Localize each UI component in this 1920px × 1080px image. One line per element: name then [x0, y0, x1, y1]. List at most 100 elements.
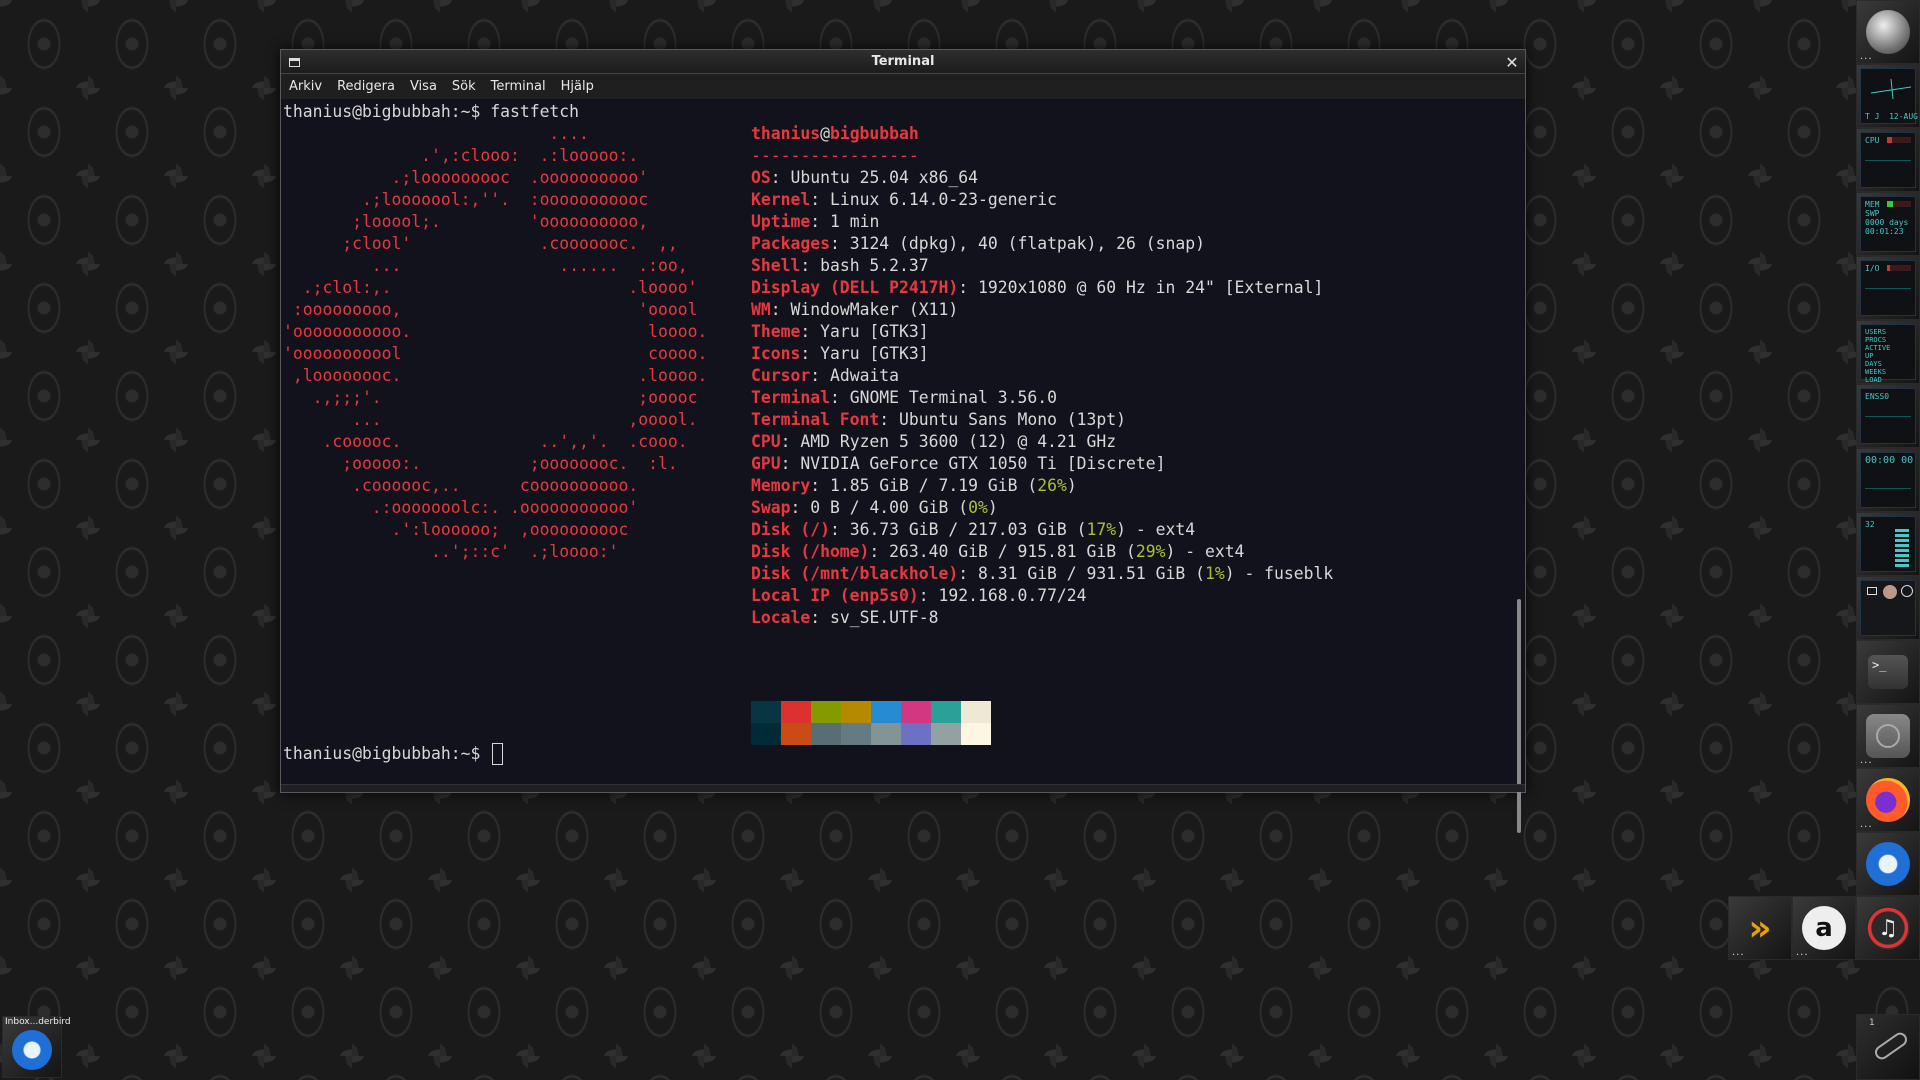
memory-bar [1887, 201, 1911, 207]
info-row: Shell: bash 5.2.37 [751, 256, 929, 275]
dock-disc[interactable]: ... [1856, 704, 1920, 768]
info-value: Ubuntu Sans Mono (13pt) [899, 410, 1127, 429]
timer-applet[interactable]: 00:00 00 [1856, 448, 1920, 512]
info-row: CPU: AMD Ryzen 5 3600 (12) @ 4.21 GHz [751, 432, 1117, 451]
palette-swatch [871, 701, 901, 723]
info-row: Theme: Yaru [GTK3] [751, 322, 929, 341]
cpu-graph [1865, 160, 1911, 182]
dock-music[interactable]: ♫ [1856, 896, 1920, 960]
clock-applet[interactable]: T J 12-AUG [1856, 64, 1920, 128]
info-separator: ----------------- [751, 146, 919, 165]
workspace-clip[interactable]: 1 [1856, 1014, 1920, 1080]
close-button[interactable]: ✕ [1502, 52, 1522, 72]
info-row: Memory: 1.85 GiB / 7.19 GiB (26%) [751, 476, 1077, 495]
scrollbar-thumb[interactable] [1517, 599, 1521, 833]
logo-line: ... ...... .:oo, [283, 256, 688, 275]
info-key: Memory [751, 476, 811, 495]
menu-redigera[interactable]: Redigera [337, 79, 404, 94]
logo-line: .':loooooo; ,oooooooooc [283, 520, 629, 539]
dock-terminal[interactable]: >_ [1856, 640, 1920, 704]
palette-swatch [781, 723, 811, 745]
ubuntu-ascii-logo: .... .',:clooo: .:looooo:. .;looooooooc … [283, 123, 707, 563]
music-icon: ♫ [1866, 906, 1910, 950]
palette-swatch [751, 701, 781, 723]
info-value: 0 B / 4.00 GiB ( [810, 498, 969, 517]
stats-screen: USERS PROCS ACTIVE UP DAYS WEEKS LOAD [1860, 324, 1916, 384]
info-at: @ [820, 124, 830, 143]
logo-line: ;ooooo:. ;oooooooc. :l. [283, 454, 678, 473]
menubar: Arkiv Redigera Visa Sök Terminal Hjälp [281, 74, 1525, 100]
user-host-line: thanius@bigbubbah [751, 123, 1333, 145]
tray-screen [1860, 580, 1916, 636]
logo-line: .coooooc,.. coooooooooo. [283, 476, 639, 495]
info-row: Disk (/home): 263.40 GiB / 915.81 GiB (2… [751, 542, 1245, 561]
logo-line: ,loooooooc. .loooo. [283, 366, 708, 385]
tray-applet[interactable] [1856, 576, 1920, 640]
vertical-scrollbar[interactable] [1513, 101, 1523, 833]
io-bar [1887, 265, 1911, 271]
io-graph [1865, 288, 1911, 310]
system-stats[interactable]: USERS PROCS ACTIVE UP DAYS WEEKS LOAD [1856, 320, 1920, 384]
volume-label: 32 [1865, 520, 1875, 529]
info-row: Icons: Yaru [GTK3] [751, 344, 929, 363]
fastfetch-info: thanius@bigbubbah ----------------- OS: … [751, 123, 1333, 629]
dock-thunderbird[interactable] [1856, 832, 1920, 896]
info-key: GPU [751, 454, 781, 473]
info-value-suffix: ) [1066, 476, 1077, 495]
memory-monitor[interactable]: MEM SWP 0000 days 00:01:23 [1856, 192, 1920, 256]
info-key: Swap [751, 498, 791, 517]
dock-dots: ... [1860, 755, 1873, 766]
window-titlebar[interactable]: Terminal ✕ [281, 50, 1525, 74]
info-key: Uptime [751, 212, 811, 231]
terminal-window[interactable]: Terminal ✕ Arkiv Redigera Visa Sök Termi… [280, 49, 1526, 833]
info-value: GNOME Terminal 3.56.0 [849, 388, 1057, 407]
info-row: Packages: 3124 (dpkg), 40 (flatpak), 26 … [751, 234, 1205, 253]
thunderbird-mini-icon [12, 1030, 52, 1070]
menu-terminal[interactable]: Terminal [491, 79, 555, 94]
close-icon: ✕ [1505, 52, 1519, 72]
logo-line: 'ooooooooooo. loooo. [283, 322, 708, 341]
miniwindow-thunderbird[interactable]: Inbox...derbird [2, 1016, 71, 1078]
menu-arkiv[interactable]: Arkiv [289, 79, 331, 94]
info-value: Yaru [GTK3] [820, 344, 929, 363]
dock-plex[interactable]: » ... [1728, 896, 1792, 960]
info-row: Cursor: Adwaita [751, 366, 900, 385]
info-value: 263.40 GiB / 915.81 GiB ( [889, 542, 1136, 561]
volume-applet[interactable]: 32 [1856, 512, 1920, 576]
dock-app-tile[interactable]: ... [1856, 0, 1920, 64]
info-row: Terminal: GNOME Terminal 3.56.0 [751, 388, 1057, 407]
prompt-line: thanius@bigbubbah:~$ [283, 743, 504, 765]
miniaturize-button[interactable] [284, 52, 304, 72]
memory-screen: MEM SWP 0000 days 00:01:23 [1860, 196, 1916, 252]
dock-firefox[interactable]: ... [1856, 768, 1920, 832]
info-row: Locale: sv_SE.UTF-8 [751, 608, 939, 627]
cpu-monitor[interactable]: CPU [1856, 128, 1920, 192]
info-value: Yaru [GTK3] [820, 322, 929, 341]
paperclip-icon [1872, 1029, 1910, 1063]
window-resizebar[interactable] [281, 784, 1525, 792]
logo-line: ... ,ooool. [283, 410, 698, 429]
miniwindow-label: Inbox...derbird [5, 1017, 71, 1027]
dock-amazon[interactable]: a ... [1792, 896, 1856, 960]
info-percent: 1% [1204, 564, 1225, 583]
clock-screen: T J 12-AUG [1860, 68, 1918, 124]
palette-swatch [871, 723, 901, 745]
logo-line: .,;;;'. ;ooooc [283, 388, 698, 407]
network-monitor[interactable]: ENSS0 [1856, 384, 1920, 448]
io-monitor[interactable]: I/O [1856, 256, 1920, 320]
menu-visa[interactable]: Visa [410, 79, 446, 94]
menu-hjalp[interactable]: Hjälp [561, 79, 603, 94]
palette-swatch [841, 701, 871, 723]
terminal-output[interactable]: thanius@bigbubbah:~$ fastfetch .... .',:… [281, 101, 1513, 784]
palette-swatch [901, 701, 931, 723]
face-icon [1901, 585, 1913, 597]
window-title: Terminal [871, 54, 935, 69]
terminal-icon: >_ [1868, 655, 1908, 689]
menu-sok[interactable]: Sök [452, 79, 485, 94]
logo-line: .cooooc. ..',,'. .cooo. [283, 432, 688, 451]
info-row: Local IP (enp5s0): 192.168.0.77/24 [751, 586, 1087, 605]
info-value: bash 5.2.37 [820, 256, 929, 275]
palette-swatch [751, 723, 781, 745]
avatar-icon [1883, 585, 1897, 599]
palette-swatch [781, 701, 811, 723]
